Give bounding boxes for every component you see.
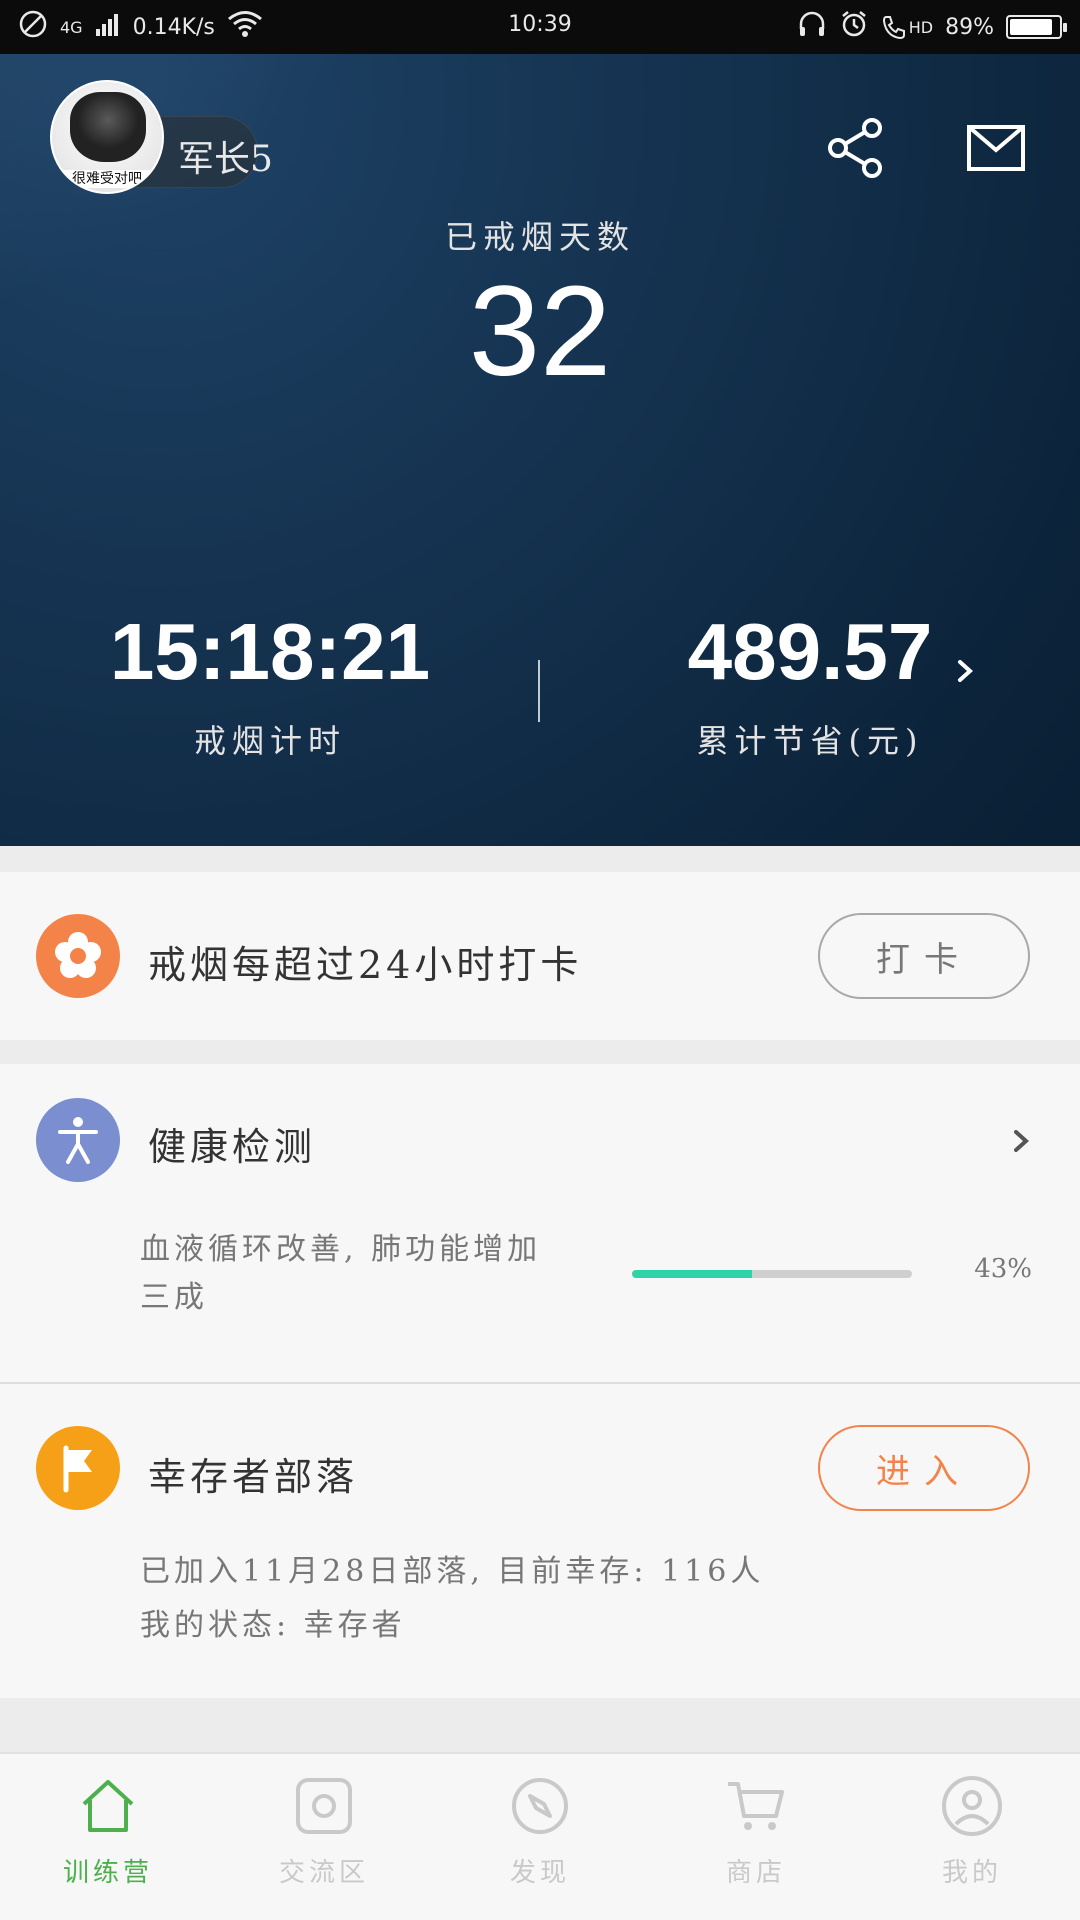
hd-call-icon: HD xyxy=(881,14,933,40)
days-label: 已戒烟天数 xyxy=(444,218,635,256)
home-icon xyxy=(82,1780,134,1832)
health-progress-bar xyxy=(632,1270,912,1278)
compass-icon xyxy=(512,1778,568,1834)
health-title: 健康检测 xyxy=(148,1125,317,1169)
nav-label-training: 训练营 xyxy=(62,1858,153,1888)
nav-item-shop[interactable]: 商店 xyxy=(648,1774,864,1914)
user-icon xyxy=(942,1776,1002,1836)
timer-label: 戒烟计时 xyxy=(193,722,346,760)
days-value: 32 xyxy=(468,260,612,403)
health-desc-line1: 血液循环改善, 肺功能增加 xyxy=(140,1232,542,1267)
status-bar: 4G 0.14K/s 10:39 HD 89% xyxy=(0,0,1080,54)
username: 军长5 xyxy=(178,139,273,180)
battery-percent: 89% xyxy=(945,14,994,40)
chevron-right-icon[interactable] xyxy=(1008,1124,1034,1158)
message-button[interactable] xyxy=(956,108,1036,188)
stat-divider xyxy=(538,660,540,722)
savings-label: 累计节省(元) xyxy=(696,722,924,760)
health-progress-fill xyxy=(632,1270,753,1278)
mail-icon xyxy=(967,125,1025,171)
tribe-icon-circle xyxy=(36,1426,120,1510)
flower-icon xyxy=(55,932,101,978)
accessibility-icon xyxy=(58,1117,98,1164)
checkin-card: 戒烟每超过24小时打卡 打卡 xyxy=(0,872,1080,1040)
share-icon xyxy=(828,118,882,178)
checkin-button[interactable]: 打卡 xyxy=(818,913,1030,999)
nav-label-discover: 发现 xyxy=(509,1858,570,1888)
nav-item-discover[interactable]: 发现 xyxy=(432,1774,648,1914)
chevron-right-icon[interactable] xyxy=(950,652,980,690)
tribe-card: 幸存者部落 进入 已加入11月28日部落, 目前幸存: 116人 我的状态: 幸… xyxy=(0,1384,1080,1698)
cart-icon xyxy=(728,1782,784,1830)
tribe-title: 幸存者部落 xyxy=(148,1455,359,1499)
nav-label-me: 我的 xyxy=(941,1858,1002,1888)
tribe-enter-button[interactable]: 进入 xyxy=(818,1425,1030,1511)
alarm-icon xyxy=(839,9,869,45)
flag-icon xyxy=(63,1445,92,1493)
app-screen: 4G 0.14K/s 10:39 HD 89% 军长5 很难受对吧 已戒烟天数 … xyxy=(0,0,1080,1920)
health-icon-circle xyxy=(36,1098,120,1182)
tribe-desc-line2: 我的状态: 幸存者 xyxy=(140,1608,406,1643)
chat-square-icon xyxy=(296,1778,352,1834)
headset-icon xyxy=(797,9,827,45)
checkin-title: 戒烟每超过24小时打卡 xyxy=(148,943,583,987)
nav-item-training[interactable]: 训练营 xyxy=(0,1774,216,1914)
avatar-caption: 很难受对吧 xyxy=(52,170,162,188)
status-bar-right: HD 89% xyxy=(797,9,1067,45)
nav-item-community[interactable]: 交流区 xyxy=(216,1774,432,1914)
avatar[interactable]: 很难受对吧 xyxy=(50,80,164,194)
avatar-face xyxy=(70,92,146,162)
timer-stat: 15:18:21 戒烟计时 xyxy=(50,604,490,762)
nav-label-shop: 商店 xyxy=(725,1858,786,1888)
health-progress-text: 43% xyxy=(974,1254,1032,1284)
timer-value: 15:18:21 xyxy=(109,607,431,696)
nav-item-me[interactable]: 我的 xyxy=(864,1774,1080,1914)
bottom-nav: 训练营 交流区 发现 商店 我的 xyxy=(0,1752,1080,1920)
tribe-desc-line1: 已加入11月28日部落, 目前幸存: 116人 xyxy=(140,1554,765,1589)
nav-label-community: 交流区 xyxy=(278,1858,369,1888)
hero-panel: 军长5 很难受对吧 已戒烟天数 32 15:18:21 戒烟计时 489.57 … xyxy=(0,54,1080,846)
checkin-icon-circle xyxy=(36,914,120,998)
health-card[interactable] xyxy=(0,1064,1080,1382)
hd-label: HD xyxy=(908,17,934,37)
battery-icon xyxy=(1006,15,1067,39)
health-desc-line2: 三成 xyxy=(140,1280,208,1315)
share-button[interactable] xyxy=(816,108,896,188)
